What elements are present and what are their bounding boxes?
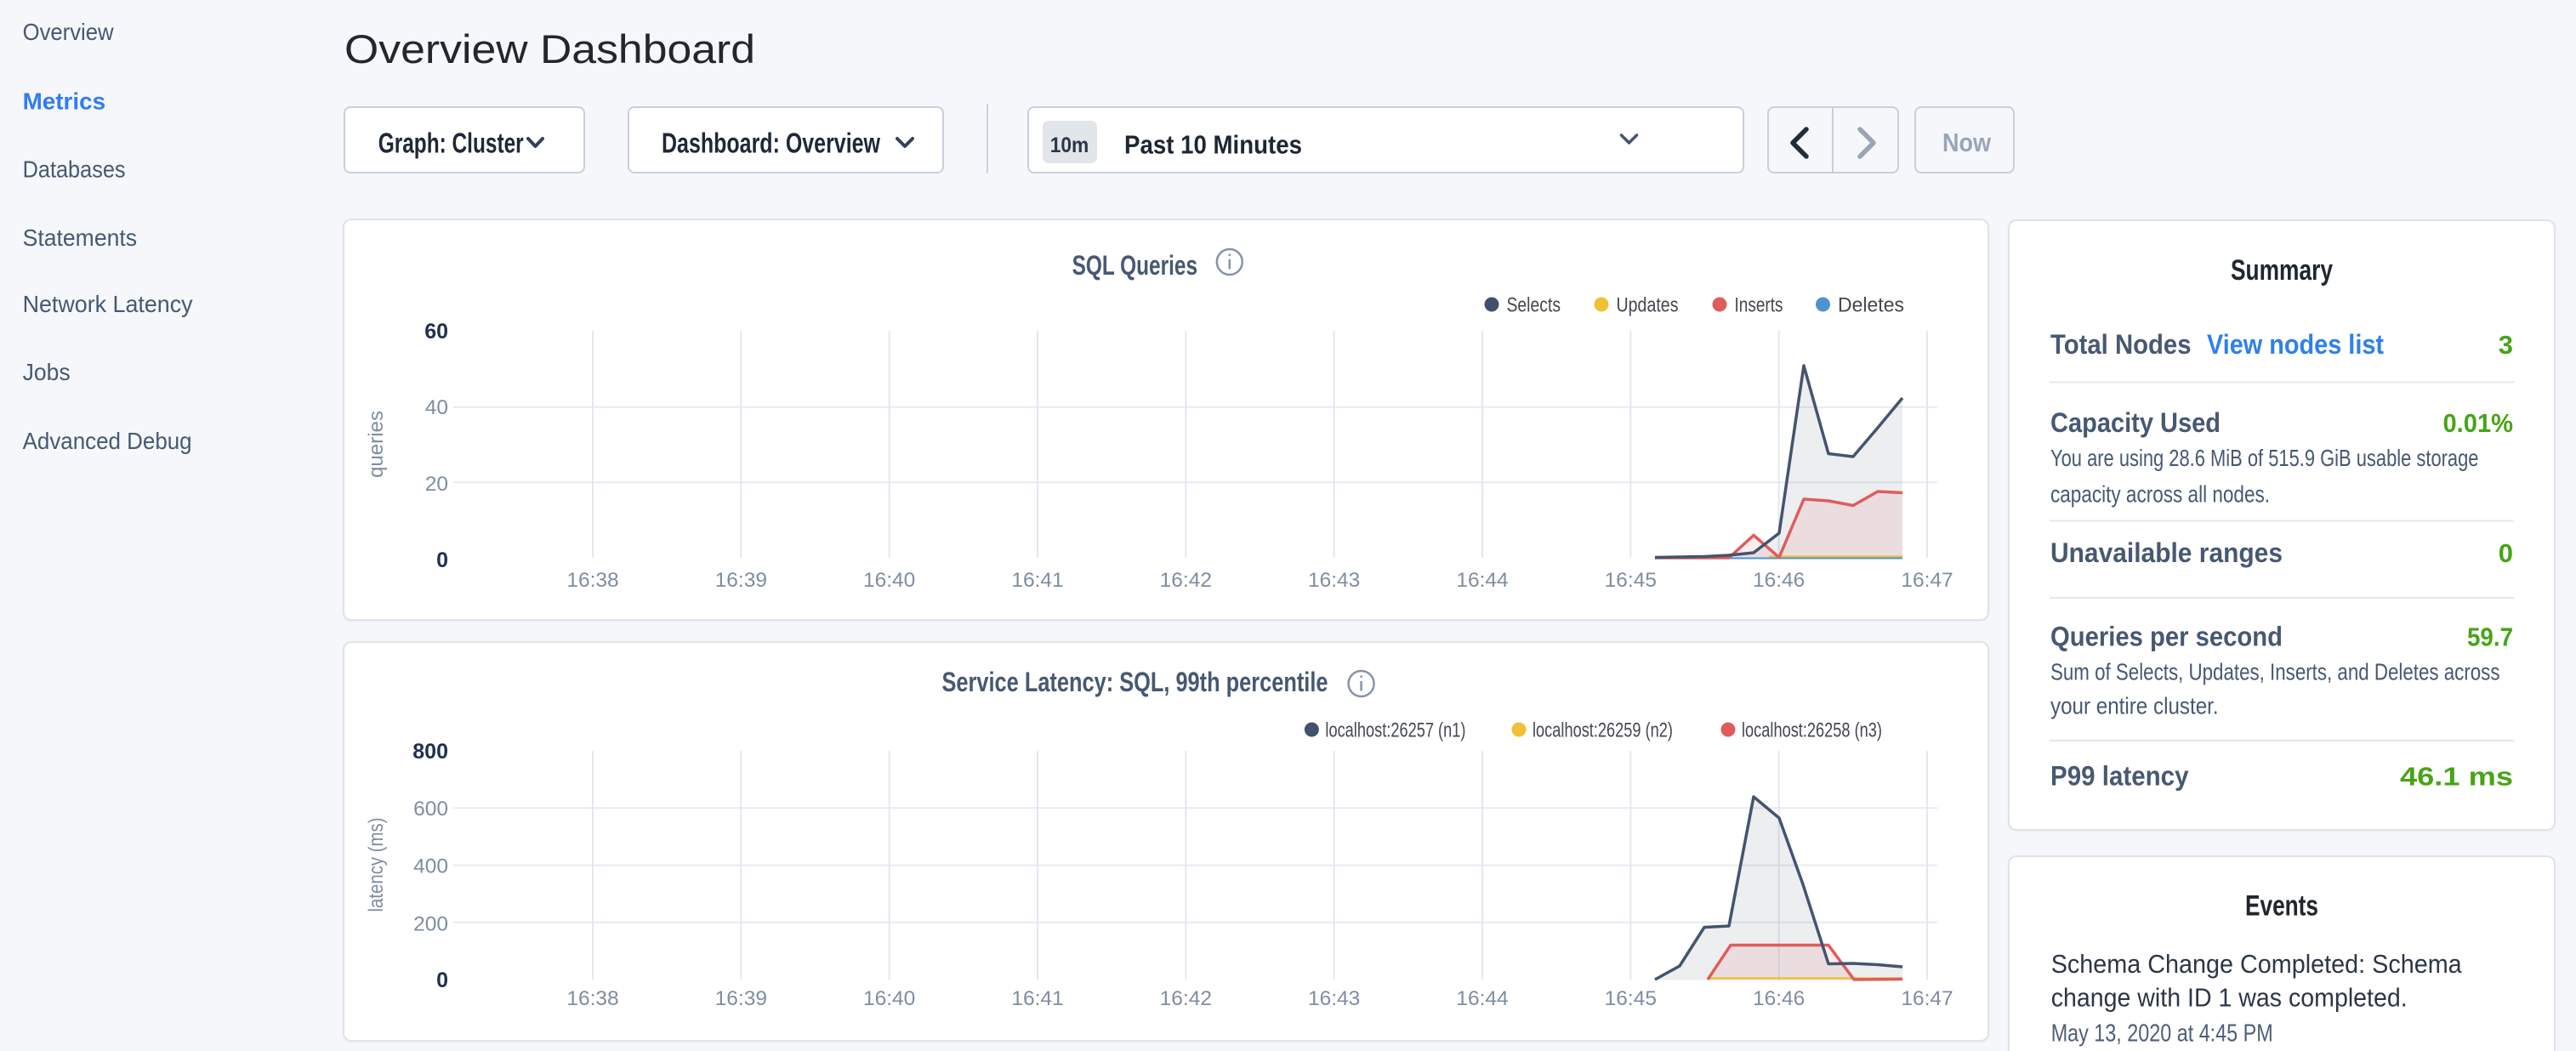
- svg-text:3: 3: [2499, 330, 2513, 360]
- svg-text:Statements: Statements: [23, 224, 138, 251]
- svg-text:Metrics: Metrics: [23, 88, 106, 115]
- svg-text:16:46: 16:46: [1753, 987, 1805, 1010]
- svg-text:16:46: 16:46: [1753, 569, 1805, 592]
- svg-text:0: 0: [436, 969, 448, 992]
- svg-text:Deletes: Deletes: [1838, 294, 1904, 317]
- svg-text:Now: Now: [1942, 128, 1992, 157]
- svg-text:59.7: 59.7: [2467, 622, 2513, 651]
- svg-text:change with ID 1 was completed: change with ID 1 was completed.: [2051, 983, 2408, 1013]
- svg-text:Databases: Databases: [23, 156, 126, 182]
- svg-text:localhost:26258 (n3): localhost:26258 (n3): [1742, 719, 1882, 742]
- svg-text:Overview: Overview: [23, 19, 115, 45]
- svg-text:16:38: 16:38: [566, 987, 618, 1010]
- svg-text:Queries per second: Queries per second: [2050, 621, 2283, 651]
- svg-text:View nodes list: View nodes list: [2207, 329, 2384, 360]
- svg-text:localhost:26259 (n2): localhost:26259 (n2): [1533, 719, 1673, 742]
- svg-text:Sum of Selects, Updates, Inser: Sum of Selects, Updates, Inserts, and De…: [2050, 658, 2500, 685]
- svg-text:Events: Events: [2245, 890, 2318, 923]
- svg-text:16:44: 16:44: [1456, 987, 1508, 1010]
- svg-text:16:47: 16:47: [1901, 569, 1953, 592]
- svg-text:Selects: Selects: [1507, 294, 1561, 317]
- svg-text:queries: queries: [365, 411, 388, 478]
- svg-text:200: 200: [413, 913, 448, 936]
- svg-text:Schema Change Completed: Schem: Schema Change Completed: Schema: [2051, 949, 2463, 979]
- svg-text:You are using 28.6 MiB of 515.: You are using 28.6 MiB of 515.9 GiB usab…: [2050, 445, 2479, 471]
- svg-text:16:43: 16:43: [1308, 987, 1360, 1010]
- svg-text:16:42: 16:42: [1160, 569, 1212, 592]
- svg-text:46.1 ms: 46.1 ms: [2400, 762, 2513, 792]
- svg-text:May 13, 2020 at 4:45 PM: May 13, 2020 at 4:45 PM: [2051, 1020, 2273, 1047]
- svg-text:16:39: 16:39: [715, 569, 767, 592]
- svg-text:16:40: 16:40: [863, 569, 915, 592]
- svg-text:400: 400: [413, 855, 448, 878]
- svg-text:16:39: 16:39: [715, 987, 767, 1010]
- svg-text:Capacity Used: Capacity Used: [2050, 407, 2221, 438]
- svg-text:Jobs: Jobs: [23, 359, 71, 385]
- svg-text:Inserts: Inserts: [1735, 294, 1783, 317]
- svg-text:P99 latency: P99 latency: [2050, 761, 2189, 792]
- svg-text:10m: 10m: [1050, 134, 1089, 157]
- svg-text:Network Latency: Network Latency: [23, 291, 193, 317]
- svg-text:800: 800: [412, 740, 448, 764]
- svg-text:localhost:26257 (n1): localhost:26257 (n1): [1325, 719, 1465, 742]
- svg-text:Overview Dashboard: Overview Dashboard: [344, 26, 755, 71]
- svg-text:Dashboard: Overview: Dashboard: Overview: [662, 127, 880, 158]
- svg-text:Service Latency: SQL, 99th per: Service Latency: SQL, 99th percentile: [942, 667, 1328, 697]
- svg-text:capacity across all nodes.: capacity across all nodes.: [2050, 481, 2270, 508]
- svg-text:16:41: 16:41: [1011, 569, 1063, 592]
- svg-text:0: 0: [436, 548, 448, 572]
- svg-text:16:40: 16:40: [863, 987, 915, 1010]
- svg-text:Updates: Updates: [1617, 294, 1679, 317]
- svg-text:0.01%: 0.01%: [2443, 408, 2514, 438]
- svg-text:latency (ms): latency (ms): [365, 818, 388, 912]
- svg-text:Unavailable ranges: Unavailable ranges: [2050, 537, 2283, 568]
- svg-text:16:47: 16:47: [1901, 987, 1953, 1010]
- svg-text:40: 40: [425, 396, 448, 419]
- svg-text:SQL Queries: SQL Queries: [1072, 250, 1198, 281]
- svg-text:60: 60: [424, 320, 448, 344]
- svg-text:Total Nodes: Total Nodes: [2050, 329, 2192, 360]
- svg-text:Past 10 Minutes: Past 10 Minutes: [1124, 129, 1302, 159]
- svg-text:16:44: 16:44: [1456, 569, 1508, 592]
- svg-text:20: 20: [425, 473, 448, 496]
- svg-text:Graph: Cluster: Graph: Cluster: [378, 127, 524, 158]
- svg-text:0: 0: [2499, 538, 2513, 568]
- svg-text:16:38: 16:38: [566, 569, 618, 592]
- svg-text:Advanced Debug: Advanced Debug: [23, 428, 192, 454]
- svg-text:16:45: 16:45: [1605, 987, 1657, 1010]
- svg-text:16:45: 16:45: [1605, 569, 1657, 592]
- svg-text:16:43: 16:43: [1308, 569, 1360, 592]
- svg-text:your entire cluster.: your entire cluster.: [2050, 692, 2219, 719]
- svg-text:600: 600: [413, 798, 448, 821]
- svg-text:Summary: Summary: [2231, 254, 2333, 287]
- svg-text:16:41: 16:41: [1011, 987, 1063, 1010]
- svg-text:16:42: 16:42: [1160, 987, 1212, 1010]
